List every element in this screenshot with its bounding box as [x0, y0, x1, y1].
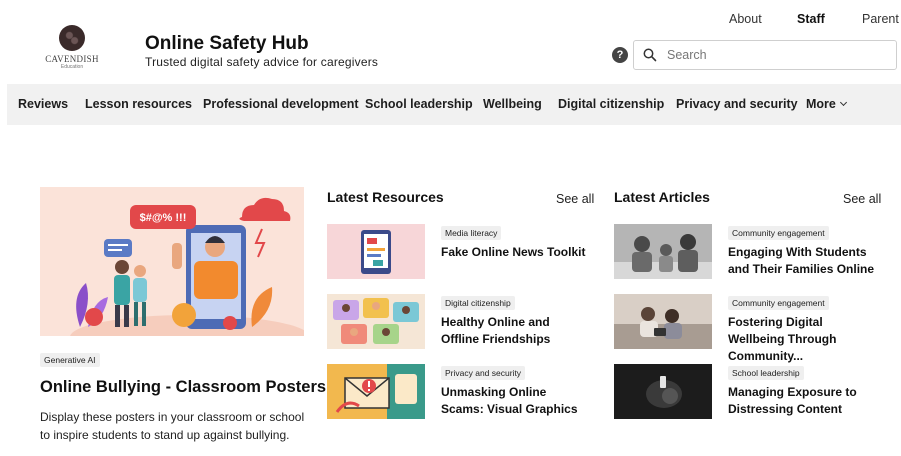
resource-thumbnail[interactable] — [327, 364, 425, 419]
speech-bubble-text: $#@% !!! — [140, 212, 187, 224]
nav-more-button[interactable]: More — [806, 97, 847, 111]
couch-family-photo — [614, 294, 712, 349]
resource-tag[interactable]: Digital citizenship — [441, 296, 515, 310]
friendships-illustration — [327, 294, 425, 349]
resource-title[interactable]: Healthy Online and Offline Friendships — [441, 314, 591, 348]
nav-item-wellbeing[interactable]: Wellbeing — [483, 97, 542, 111]
help-icon[interactable]: ? — [612, 47, 628, 63]
articles-see-all-link[interactable]: See all — [843, 192, 881, 206]
bullying-illustration: $#@% !!! — [40, 187, 304, 336]
article-thumbnail[interactable] — [614, 294, 712, 349]
article-tag[interactable]: Community engagement — [728, 226, 829, 240]
top-link-parent[interactable]: Parent — [862, 12, 899, 26]
site-tagline: Trusted digital safety advice for caregi… — [145, 55, 379, 69]
resource-thumbnail[interactable] — [327, 224, 425, 279]
dark-phone-photo — [614, 364, 712, 419]
feature-image[interactable]: $#@% !!! — [40, 187, 304, 336]
resource-tag[interactable]: Privacy and security — [441, 366, 526, 380]
top-link-about[interactable]: About — [729, 12, 762, 26]
article-thumbnail[interactable] — [614, 364, 712, 419]
chevron-down-icon — [839, 98, 847, 107]
nav-item-professional-development[interactable]: Professional development — [203, 97, 359, 111]
main-nav: Reviews Lesson resources Professional de… — [7, 84, 901, 125]
article-title[interactable]: Managing Exposure to Distressing Content — [728, 384, 878, 418]
logo-wordmark: CAVENDISH — [45, 54, 99, 64]
resource-tag[interactable]: Media literacy — [441, 226, 502, 240]
resources-heading: Latest Resources — [327, 189, 444, 205]
resource-thumbnail[interactable] — [327, 294, 425, 349]
article-title[interactable]: Fostering Digital Wellbeing Through Comm… — [728, 314, 878, 365]
family-photo — [614, 224, 712, 279]
nav-item-digital-citizenship[interactable]: Digital citizenship — [558, 97, 664, 111]
nav-item-reviews[interactable]: Reviews — [18, 97, 68, 111]
site-title[interactable]: Online Safety Hub — [145, 33, 309, 55]
fake-news-illustration — [327, 224, 425, 279]
search-icon — [643, 48, 657, 62]
logo-emblem-icon — [59, 25, 85, 51]
scams-illustration — [327, 364, 425, 419]
article-tag[interactable]: School leadership — [728, 366, 804, 380]
resource-title[interactable]: Unmasking Online Scams: Visual Graphics — [441, 384, 591, 418]
search-box[interactable] — [633, 40, 897, 70]
feature-description: Display these posters in your classroom … — [40, 410, 305, 442]
nav-item-school-leadership[interactable]: School leadership — [365, 97, 473, 111]
article-thumbnail[interactable] — [614, 224, 712, 279]
article-title[interactable]: Engaging With Students and Their Familie… — [728, 244, 878, 278]
top-link-staff[interactable]: Staff — [797, 12, 825, 26]
nav-more-label: More — [806, 97, 836, 111]
logo-subtext: Education — [60, 64, 84, 70]
search-input[interactable] — [667, 48, 867, 62]
article-tag[interactable]: Community engagement — [728, 296, 829, 310]
site-logo[interactable]: CAVENDISH Education — [40, 25, 104, 73]
articles-heading: Latest Articles — [614, 189, 710, 205]
nav-item-privacy-security[interactable]: Privacy and security — [676, 97, 798, 111]
resources-see-all-link[interactable]: See all — [556, 192, 594, 206]
resource-title[interactable]: Fake Online News Toolkit — [441, 244, 591, 261]
nav-item-lesson-resources[interactable]: Lesson resources — [85, 97, 192, 111]
feature-title[interactable]: Online Bullying - Classroom Posters — [40, 378, 326, 397]
feature-tag[interactable]: Generative AI — [40, 353, 100, 367]
